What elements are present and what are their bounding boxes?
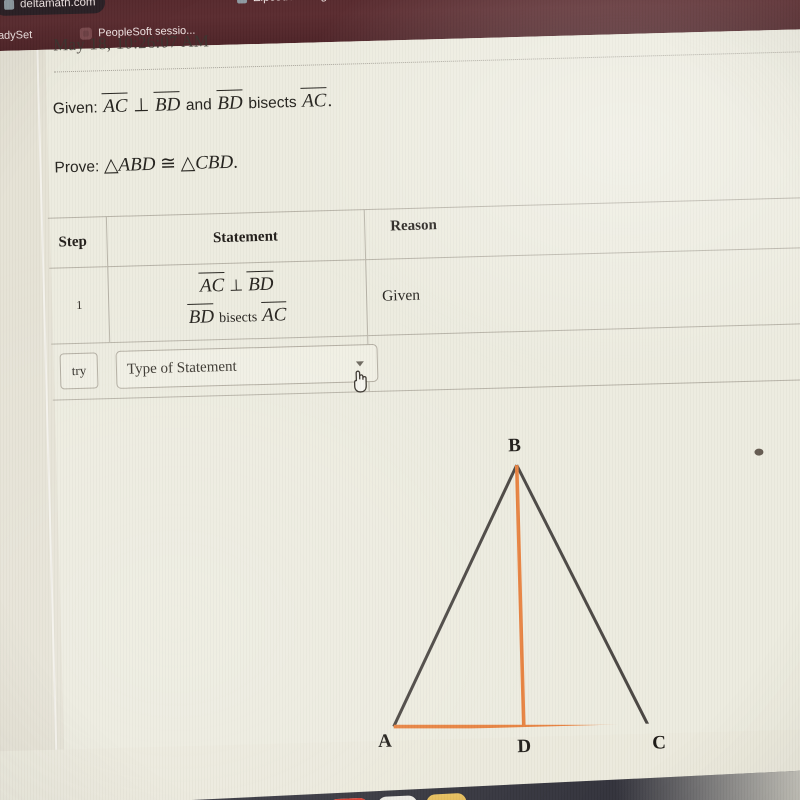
vertex-label-c: C — [652, 732, 667, 754]
statement-segment-ac: AC — [199, 274, 225, 297]
page-divider — [53, 50, 800, 73]
given-verb: bisects — [248, 93, 297, 113]
assignment-timestamp: May 18, 10:26:07 AM — [52, 31, 210, 55]
row-statement: AC ⊥ BD BD bisects AC — [107, 259, 367, 342]
two-column-proof-table: Step Statement Reason 1 AC ⊥ BD BD bisec… — [47, 196, 800, 401]
segment-ab — [392, 464, 519, 728]
type-of-statement-select[interactable]: Type of Statement — [115, 343, 379, 389]
pages-icon[interactable] — [377, 795, 419, 800]
keynote-icon[interactable] — [426, 792, 468, 800]
prove-statement: Prove: △ABD ≅ △CBD. — [54, 151, 238, 179]
pointing-hand-cursor — [350, 368, 371, 395]
given-segment-bd-2: BD — [217, 92, 243, 115]
statement-segment-bd-2: BD — [188, 305, 215, 328]
segment-bd-highlight — [514, 465, 526, 728]
given-segment-ac-2: AC — [301, 90, 327, 112]
laptop-screen: deltamath.com Zipcode Design A... dallas… — [0, 0, 800, 800]
photo-of-screen: deltamath.com Zipcode Design A... dallas… — [0, 0, 800, 800]
browser-tab-dallas-auto-wheels[interactable]: dallas auto wheels... — [389, 0, 532, 5]
bookmark-label: ReadySet — [0, 28, 33, 42]
statement-segment-ac-2: AC — [261, 303, 287, 326]
statement-bisects-word: bisects — [218, 309, 258, 326]
select-value: Type of Statement — [126, 358, 237, 378]
given-segment-bd: BD — [154, 94, 181, 116]
triangle-figure: B A D C — [265, 394, 666, 757]
browser-tab-label: Zipcode Design A... — [253, 0, 353, 4]
statement-segment-bd: BD — [247, 273, 274, 295]
segment-bc — [515, 464, 651, 728]
row-reason: Given — [381, 286, 421, 305]
deltamath-page: May 18, 10:26:07 AM Given: AC ⊥ BD and B… — [45, 27, 800, 757]
vertex-label-a: A — [377, 730, 393, 752]
prove-label: Prove: — [54, 158, 100, 177]
prove-period: . — [232, 152, 239, 173]
vertex-label-b: B — [507, 435, 522, 457]
triangle-symbol-2: △ — [180, 152, 196, 175]
prove-triangle-abd: ABD — [118, 153, 156, 176]
macos-dock: 10 — [0, 769, 800, 800]
given-segment-ac: AC — [103, 95, 128, 118]
perpendicular-symbol: ⊥ — [132, 95, 150, 117]
statement-line-2: BD bisects AC — [187, 304, 287, 329]
congruent-symbol: ≅ — [159, 153, 177, 175]
teal-circle-favicon — [237, 0, 248, 4]
given-statement: Given: AC ⊥ BD and BD bisects AC. — [53, 90, 333, 120]
prove-triangle-cbd: CBD — [194, 151, 234, 174]
screen-dust-speck — [754, 448, 764, 456]
given-label: Given: — [52, 99, 98, 118]
row-step-number: 1 — [76, 297, 83, 312]
triangle-symbol: △ — [103, 154, 119, 177]
dock-edge-fade — [499, 769, 800, 800]
header-cell-statement: Statement — [212, 228, 279, 246]
given-conjunction: and — [185, 96, 213, 114]
browser-tab-zipcode[interactable]: Zipcode Design A... — [227, 0, 363, 9]
bookmark-readyset[interactable]: ReadySet — [0, 29, 32, 43]
vertex-label-d: D — [517, 735, 532, 758]
segment-ac-highlight — [393, 724, 649, 729]
try-button[interactable]: try — [59, 352, 99, 390]
browser-tab-deltamath[interactable]: deltamath.com — [0, 0, 106, 16]
browser-tab-label: deltamath.com — [19, 0, 96, 10]
chevron-down-icon — [355, 361, 364, 367]
lock-icon — [3, 0, 15, 10]
statement-line-1: AC ⊥ BD — [199, 273, 275, 297]
statement-perp-symbol: ⊥ — [229, 276, 244, 295]
